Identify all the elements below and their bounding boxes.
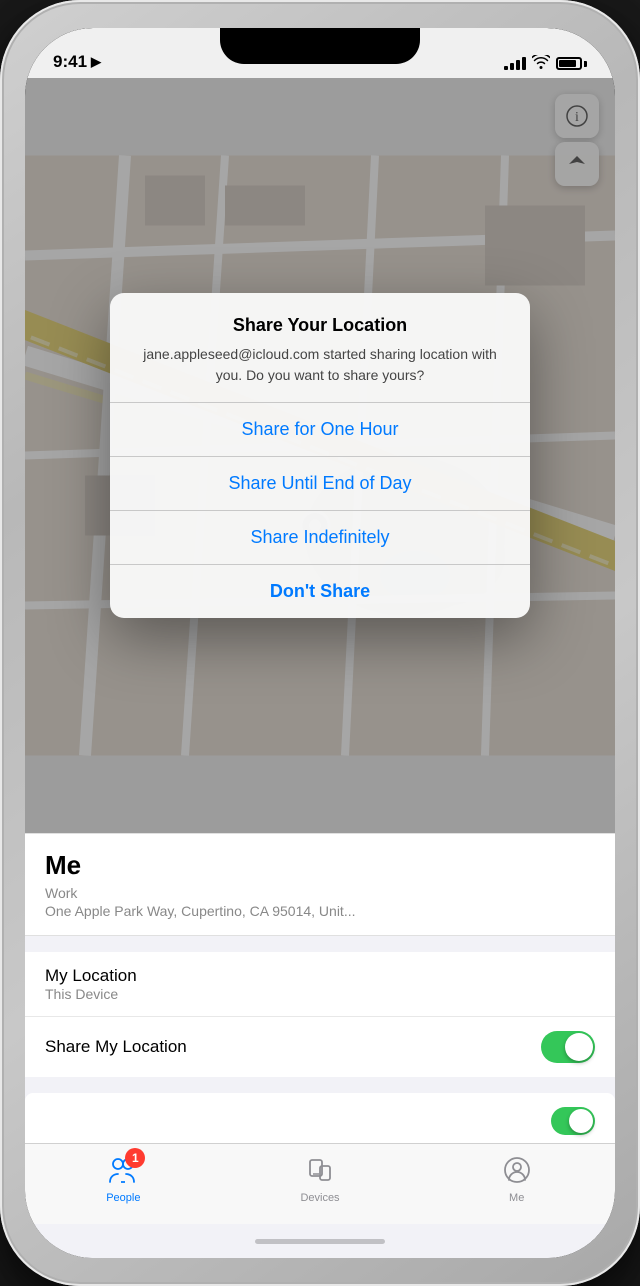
wifi-icon (532, 55, 550, 72)
my-location-row: My Location This Device (25, 952, 615, 1017)
signal-bar-2 (510, 63, 514, 70)
people-icon-wrap: 1 (105, 1152, 141, 1188)
tab-people[interactable]: 1 People (25, 1152, 222, 1204)
partial-section (25, 1093, 615, 1143)
partial-toggle-knob (569, 1109, 593, 1133)
devices-icon-wrap (302, 1152, 338, 1188)
me-icon (502, 1156, 532, 1184)
me-work-label: Work (45, 885, 595, 901)
signal-bar-4 (522, 57, 526, 70)
partial-row (25, 1093, 615, 1143)
share-location-label: Share My Location (45, 1037, 187, 1057)
location-arrow-icon: ▶ (91, 54, 101, 70)
alert-header: Share Your Location jane.appleseed@iclou… (110, 293, 530, 403)
share-location-row: Share My Location (25, 1017, 615, 1077)
alert-dialog: Share Your Location jane.appleseed@iclou… (110, 293, 530, 618)
signal-icon (504, 57, 526, 70)
alert-title: Share Your Location (130, 315, 510, 336)
phone-inner: 9:41 ▶ (25, 28, 615, 1258)
battery-icon (556, 57, 587, 70)
tab-people-label: People (106, 1192, 140, 1204)
tab-devices[interactable]: Devices (222, 1152, 419, 1204)
partial-toggle[interactable] (551, 1107, 595, 1135)
me-address: One Apple Park Way, Cupertino, CA 95014,… (45, 903, 595, 919)
tab-bar: 1 People Devices (25, 1143, 615, 1224)
settings-section: My Location This Device Share My Locatio… (25, 952, 615, 1077)
notch (220, 28, 420, 64)
signal-bar-3 (516, 60, 520, 70)
tab-me[interactable]: Me (418, 1152, 615, 1204)
devices-icon (306, 1156, 334, 1184)
alert-message: jane.appleseed@icloud.com started sharin… (130, 344, 510, 386)
share-end-of-day-button[interactable]: Share Until End of Day (110, 457, 530, 511)
share-indefinitely-button[interactable]: Share Indefinitely (110, 511, 530, 565)
me-section: Me Work One Apple Park Way, Cupertino, C… (25, 833, 615, 936)
toggle-knob (565, 1033, 593, 1061)
share-location-toggle[interactable] (541, 1031, 595, 1063)
people-badge: 1 (125, 1148, 145, 1168)
share-one-hour-button[interactable]: Share for One Hour (110, 403, 530, 457)
map-area: i Share Your Location jane.apples (25, 78, 615, 833)
signal-bar-1 (504, 66, 508, 70)
screen: 9:41 ▶ (25, 28, 615, 1258)
tab-me-label: Me (509, 1192, 524, 1204)
status-icons (504, 55, 587, 72)
tab-devices-label: Devices (300, 1192, 339, 1204)
home-indicator (25, 1224, 615, 1258)
dont-share-button[interactable]: Don't Share (110, 565, 530, 618)
home-bar (255, 1239, 385, 1244)
bottom-panel: Me Work One Apple Park Way, Cupertino, C… (25, 833, 615, 1143)
status-time: 9:41 ▶ (53, 52, 101, 72)
location-row-label: My Location (45, 966, 137, 986)
phone-frame: 9:41 ▶ (0, 0, 640, 1286)
alert-overlay: Share Your Location jane.appleseed@iclou… (25, 78, 615, 833)
me-icon-wrap (499, 1152, 535, 1188)
location-row-sub: This Device (45, 986, 137, 1002)
me-title: Me (45, 850, 595, 881)
